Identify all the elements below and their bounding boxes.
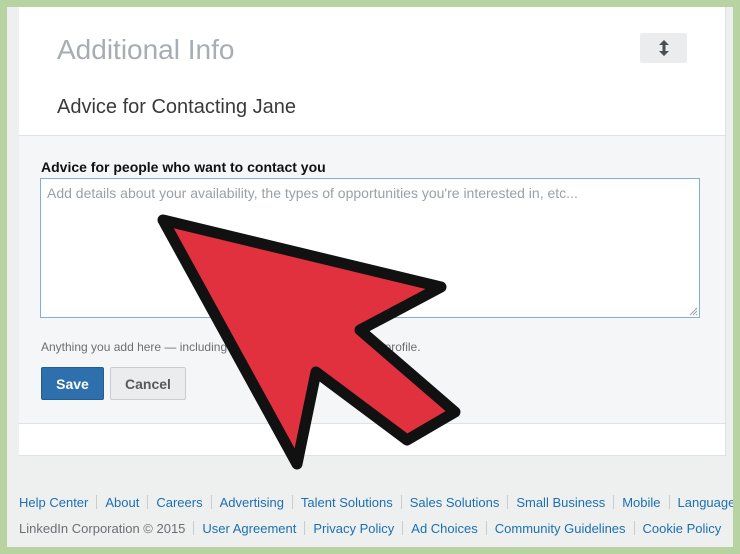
footer-link-careers[interactable]: Careers: [156, 495, 202, 510]
footer-divider: [96, 495, 98, 509]
footer-divider: [633, 521, 635, 535]
footer-divider: [507, 495, 509, 509]
footer-divider: [613, 495, 615, 509]
footer-link-privacy-policy[interactable]: Privacy Policy: [313, 521, 394, 536]
reorder-button[interactable]: [640, 33, 687, 63]
up-down-arrow-icon: [658, 40, 669, 56]
footer-link-help-center[interactable]: Help Center: [19, 495, 88, 510]
linkedin-page: Additional Info Advice for Contacting Ja…: [7, 7, 733, 547]
footer-link-community-guidelines[interactable]: Community Guidelines: [495, 521, 626, 536]
footer-legal: LinkedIn Corporation © 2015 User Agreeme…: [19, 520, 721, 536]
footer-divider: [291, 495, 293, 509]
footer-link-mobile[interactable]: Mobile: [622, 495, 660, 510]
copyright-text: LinkedIn Corporation © 2015: [19, 520, 186, 536]
footer-divider: [193, 521, 195, 535]
save-button[interactable]: Save: [41, 367, 104, 400]
resize-grip-icon[interactable]: [689, 307, 698, 316]
footer-link-user-agreement[interactable]: User Agreement: [202, 521, 296, 536]
footer-nav: Help Center About Careers Advertising Ta…: [19, 494, 733, 510]
visibility-help-text: Anything you add here — including ible t…: [41, 340, 421, 354]
footer-link-language[interactable]: Language: [678, 495, 734, 510]
footer-divider: [400, 495, 402, 509]
additional-info-panel: Additional Info Advice for Contacting Ja…: [19, 7, 726, 456]
footer-link-cookie-policy[interactable]: Cookie Policy: [643, 521, 722, 536]
section-title: Additional Info: [57, 34, 235, 65]
footer-divider: [485, 521, 487, 535]
footer-divider: [210, 495, 212, 509]
footer-link-talent-solutions[interactable]: Talent Solutions: [301, 495, 393, 510]
footer-divider: [147, 495, 149, 509]
footer-link-advertising[interactable]: Advertising: [220, 495, 284, 510]
footer-link-sales-solutions[interactable]: Sales Solutions: [410, 495, 500, 510]
footer-divider: [402, 521, 404, 535]
panel-header: Additional Info Advice for Contacting Ja…: [19, 7, 725, 136]
advice-textarea[interactable]: [40, 178, 700, 318]
section-subtitle: Advice for Contacting Jane: [57, 96, 297, 118]
footer-divider: [304, 521, 306, 535]
footer-link-about[interactable]: About: [105, 495, 139, 510]
edit-form: Advice for people who want to contact yo…: [19, 136, 725, 424]
footer-divider: [668, 495, 670, 509]
advice-field-label: Advice for people who want to contact yo…: [41, 159, 326, 175]
cancel-button[interactable]: Cancel: [110, 367, 186, 400]
footer-link-small-business[interactable]: Small Business: [516, 495, 605, 510]
footer-link-ad-choices[interactable]: Ad Choices: [411, 521, 477, 536]
